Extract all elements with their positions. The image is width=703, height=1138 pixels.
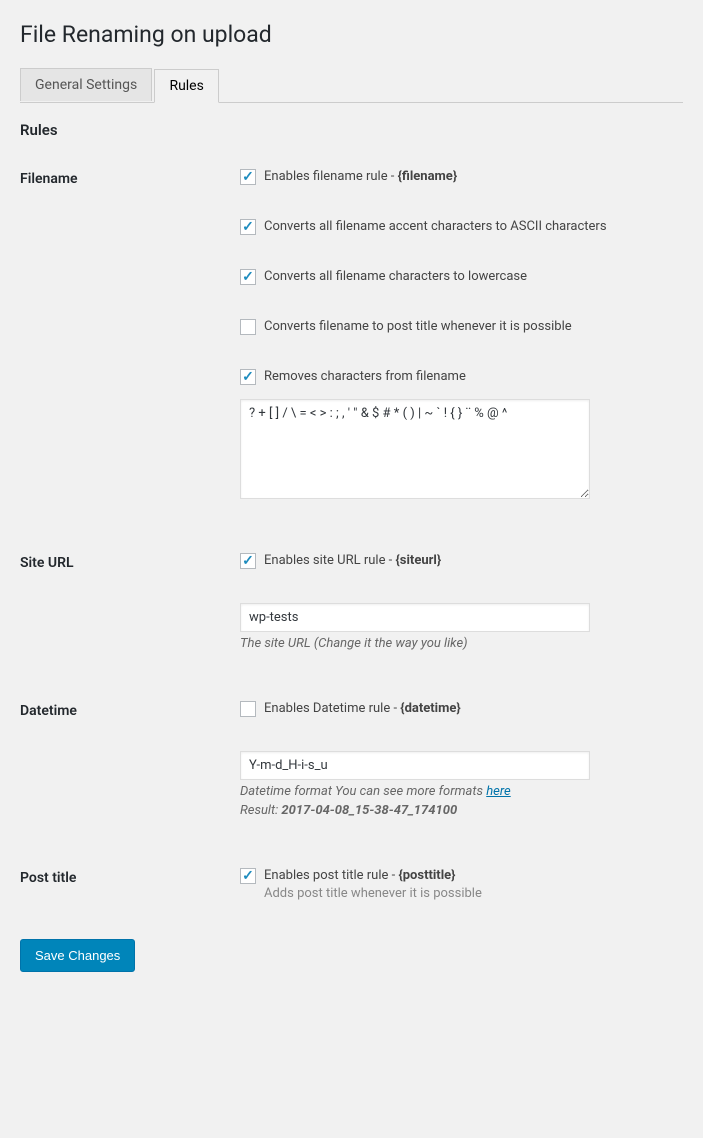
- save-changes-button[interactable]: Save Changes: [20, 939, 135, 972]
- posttitle-enable-checkbox[interactable]: [240, 868, 256, 884]
- filename-removechars-checkbox[interactable]: [240, 369, 256, 385]
- datetime-input[interactable]: [240, 751, 590, 780]
- datetime-enable-checkbox[interactable]: [240, 701, 256, 717]
- datetime-result: Result: 2017-04-08_15-38-47_174100: [240, 803, 683, 818]
- filename-lowercase-checkbox[interactable]: [240, 269, 256, 285]
- tab-bar: General Settings Rules: [20, 68, 683, 103]
- tab-general-settings[interactable]: General Settings: [20, 68, 152, 101]
- siteurl-enable-checkbox[interactable]: [240, 553, 256, 569]
- posttitle-enable-text: Enables post title rule - {posttitle}: [264, 868, 455, 883]
- posttitle-sub: Adds post title whenever it is possible: [264, 886, 683, 901]
- filename-posttitle-checkbox[interactable]: [240, 319, 256, 335]
- section-title: Rules: [20, 121, 683, 139]
- datetime-formats-link[interactable]: here: [486, 784, 510, 799]
- filename-posttitle-text: Converts filename to post title whenever…: [264, 319, 572, 334]
- filename-label: Filename: [20, 169, 240, 187]
- siteurl-input[interactable]: [240, 603, 590, 632]
- datetime-enable-text: Enables Datetime rule - {datetime}: [264, 701, 461, 716]
- datetime-desc: Datetime format You can see more formats…: [240, 784, 683, 799]
- siteurl-label: Site URL: [20, 553, 240, 571]
- siteurl-desc: The site URL (Change it the way you like…: [240, 636, 683, 651]
- datetime-label: Datetime: [20, 701, 240, 719]
- filename-accent-checkbox[interactable]: [240, 219, 256, 235]
- filename-enable-checkbox[interactable]: [240, 169, 256, 185]
- posttitle-label: Post title: [20, 868, 240, 886]
- tab-rules[interactable]: Rules: [154, 69, 218, 103]
- filename-accent-text: Converts all filename accent characters …: [264, 219, 607, 234]
- filename-chars-textarea[interactable]: [240, 399, 590, 499]
- page-title: File Renaming on upload: [20, 20, 683, 50]
- siteurl-enable-text: Enables site URL rule - {siteurl}: [264, 553, 441, 568]
- filename-lowercase-text: Converts all filename characters to lowe…: [264, 269, 527, 284]
- filename-removechars-text: Removes characters from filename: [264, 369, 466, 384]
- filename-enable-text: Enables filename rule - {filename}: [264, 169, 457, 184]
